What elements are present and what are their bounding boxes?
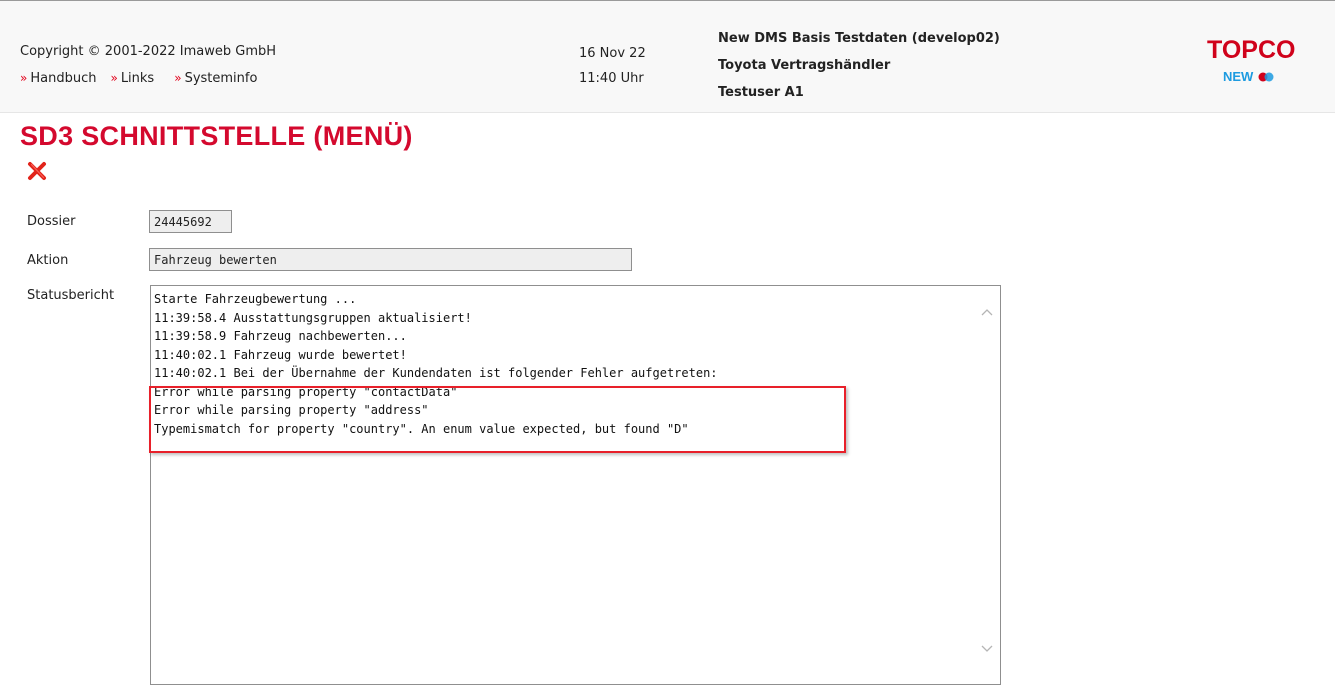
logo-dots-icon bbox=[1258, 72, 1274, 82]
database-name: New DMS Basis Testdaten (develop02) bbox=[718, 31, 1000, 46]
user-name: Testuser A1 bbox=[718, 85, 804, 100]
header-bar: Copyright © 2001-2022 Imaweb GmbH » Handb… bbox=[0, 0, 1335, 113]
page-title: SD3 SCHNITTSTELLE (MENÜ) bbox=[20, 121, 413, 151]
logo-new-row: NEW bbox=[1223, 66, 1274, 85]
chevron-right-icon: » bbox=[174, 71, 182, 85]
dossier-field[interactable]: 24445692 bbox=[149, 210, 232, 233]
status-line: Starte Fahrzeugbewertung ... bbox=[154, 292, 357, 306]
current-time: 11:40 Uhr bbox=[579, 71, 644, 86]
dossier-label: Dossier bbox=[27, 214, 76, 229]
current-date: 16 Nov 22 bbox=[579, 46, 646, 61]
status-line: 11:39:58.4 Ausstattungsgruppen aktualisi… bbox=[154, 310, 472, 325]
status-line: 11:39:58.9 Fahrzeug nachbewerten... bbox=[154, 329, 407, 343]
aktion-field[interactable]: Fahrzeug bewerten bbox=[149, 248, 632, 271]
nav-links: » Handbuch » Links » Systeminfo bbox=[20, 71, 257, 86]
chevron-right-icon: » bbox=[20, 71, 28, 85]
status-line: 11:40:02.1 Bei der Übernahme der Kundend… bbox=[154, 366, 718, 380]
status-report-textarea[interactable]: Starte Fahrzeugbewertung ... 11:39:58.4 A… bbox=[150, 285, 1001, 685]
scroll-down-icon[interactable] bbox=[981, 645, 993, 653]
logo-new-text: NEW bbox=[1223, 69, 1254, 84]
status-line: 11:40:02.1 Fahrzeug wurde bewertet! bbox=[154, 347, 407, 362]
scroll-up-icon[interactable] bbox=[981, 308, 993, 316]
nav-link-handbuch[interactable]: » Handbuch bbox=[20, 71, 96, 86]
statusbericht-label: Statusbericht bbox=[27, 288, 115, 303]
topco-logo: TOPCO NEW bbox=[1207, 36, 1296, 84]
dealer-name: Toyota Vertragshändler bbox=[718, 58, 891, 73]
chevron-right-icon: » bbox=[110, 71, 118, 85]
close-icon[interactable] bbox=[27, 161, 47, 185]
copyright-text: Copyright © 2001-2022 Imaweb GmbH bbox=[20, 44, 277, 59]
aktion-label: Aktion bbox=[27, 253, 69, 268]
error-highlight-box bbox=[149, 386, 846, 453]
logo-topco-text: TOPCO bbox=[1207, 36, 1296, 64]
nav-link-links[interactable]: » Links bbox=[110, 71, 154, 86]
nav-link-systeminfo[interactable]: » Systeminfo bbox=[174, 71, 257, 86]
vertical-scrollbar[interactable] bbox=[974, 286, 1000, 684]
